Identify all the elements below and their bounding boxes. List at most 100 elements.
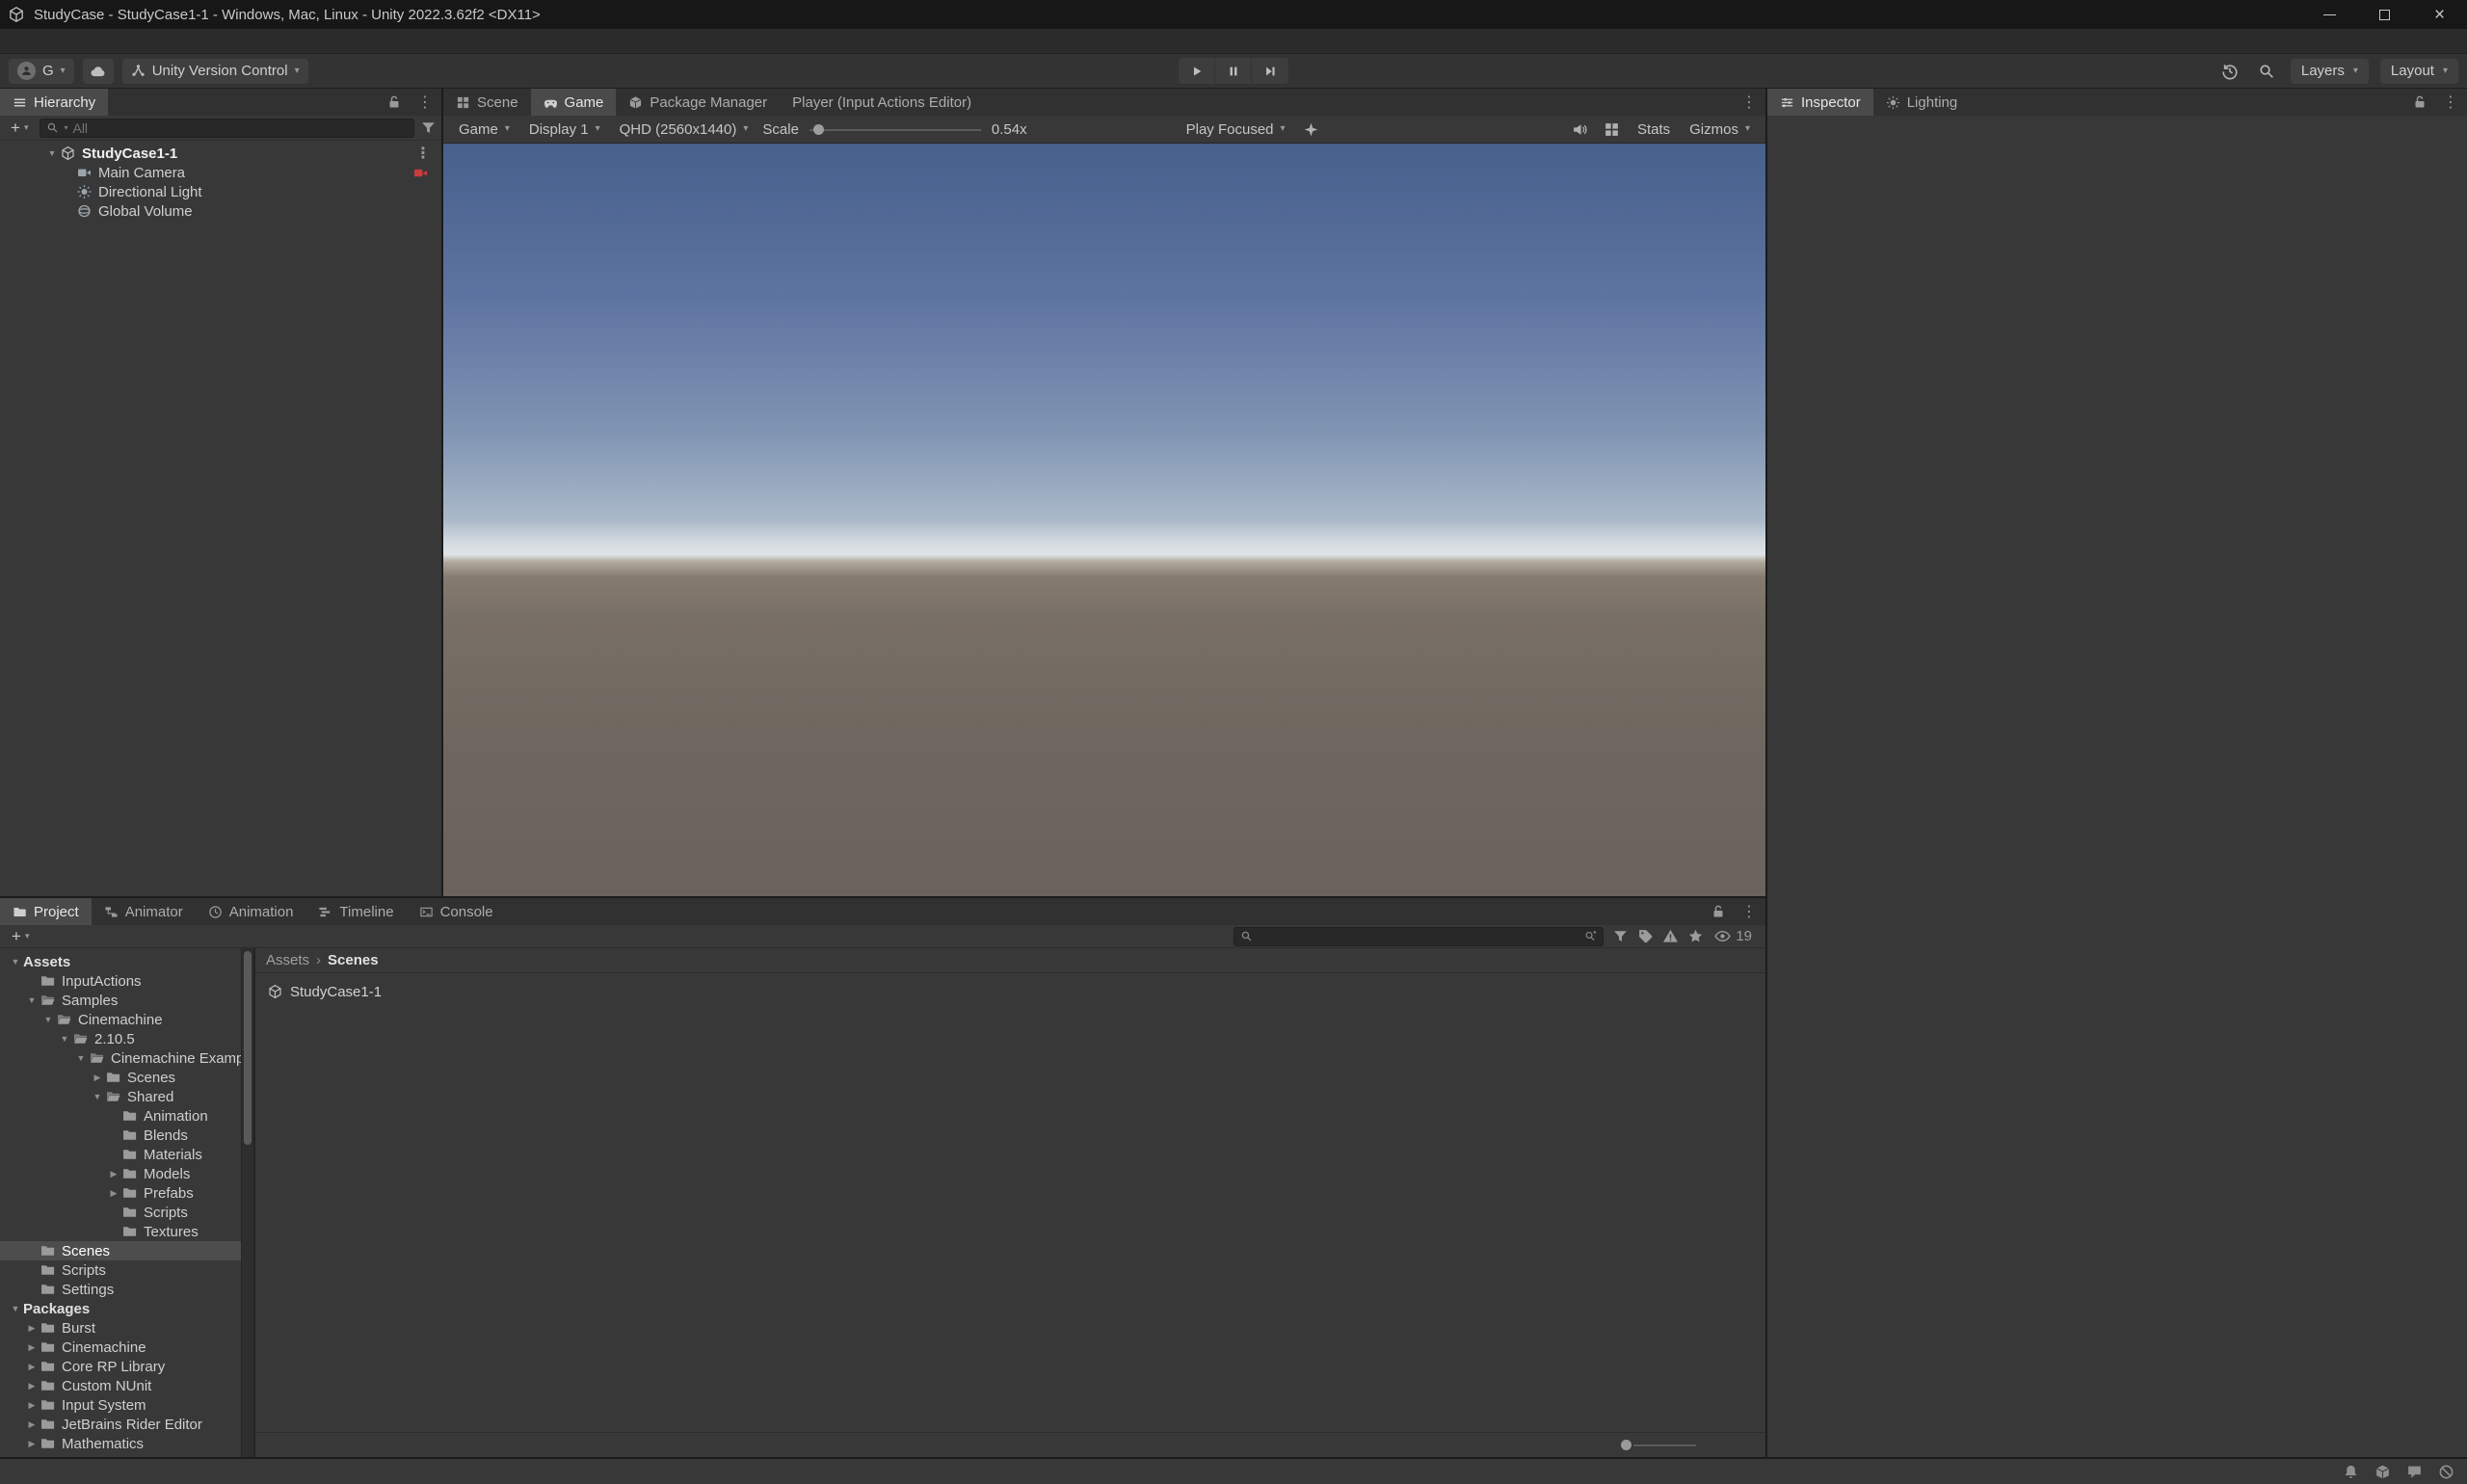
message-icon[interactable] (2406, 1464, 2423, 1480)
menu-item-component[interactable] (81, 29, 100, 53)
folder-row-prefabs[interactable]: ▶ Prefabs (0, 1183, 253, 1203)
expander-icon[interactable]: ▶ (106, 1188, 121, 1199)
hidden-packages-count[interactable]: 19 (1714, 928, 1752, 944)
folder-row-input-system[interactable]: ▶ Input System (0, 1395, 253, 1415)
play-button[interactable] (1179, 58, 1215, 84)
folder-row-scenes[interactable]: ▶ Scenes (0, 1068, 253, 1087)
hierarchy-item-directional-light[interactable]: Directional Light (0, 182, 441, 201)
minimize-button[interactable] (2302, 0, 2357, 29)
folder-row-burst[interactable]: ▶ Burst (0, 1318, 253, 1338)
create-object-button[interactable]: + ▾ (5, 119, 34, 138)
hierarchy-scene-row[interactable]: ▼ StudyCase1-1 ⋮ (0, 144, 441, 163)
layout-dropdown[interactable]: Layout ▾ (2379, 58, 2458, 84)
search-by-type-icon[interactable] (1612, 928, 1629, 944)
expander-icon[interactable]: ▶ (24, 1342, 40, 1353)
resolution-dropdown[interactable]: QHD (2560x1440) ▾ (611, 116, 757, 144)
expander-icon[interactable]: ▼ (8, 957, 23, 967)
tab-animation[interactable]: Animation (196, 898, 306, 925)
folder-row-inputactions[interactable]: InputActions (0, 971, 253, 991)
tab-timeline[interactable]: Timeline (305, 898, 406, 925)
play-focused-dropdown[interactable]: Play Focused ▾ (1178, 116, 1294, 144)
pause-button[interactable] (1215, 58, 1252, 84)
tab-hierarchy[interactable]: Hierarchy (0, 89, 109, 116)
folder-row-cinemachine-example-scenes[interactable]: ▼ Cinemachine Example Scenes (0, 1048, 253, 1068)
folder-row-searcher[interactable]: ▶ Searcher (0, 1453, 253, 1458)
expander-icon[interactable]: ▼ (8, 1304, 23, 1313)
folder-row-scenes[interactable]: Scenes (0, 1241, 253, 1260)
account-button[interactable]: G ▾ (9, 58, 74, 84)
open-search-icon[interactable] (1584, 930, 1597, 942)
hierarchy-item-global-volume[interactable]: Global Volume (0, 201, 441, 221)
icon-size-slider[interactable] (1621, 1433, 1696, 1458)
display-target-dropdown[interactable]: Game ▾ (450, 116, 518, 144)
panel-menu-icon[interactable]: ⋮ (1733, 902, 1765, 921)
expander-icon[interactable]: ▶ (90, 1073, 105, 1083)
tab-console[interactable]: Console (407, 898, 506, 925)
folder-row-core-rp-library[interactable]: ▶ Core RP Library (0, 1357, 253, 1376)
expander-icon[interactable]: ▼ (57, 1034, 72, 1044)
notifications-icon[interactable] (2343, 1464, 2359, 1480)
mute-audio-icon[interactable] (1572, 121, 1588, 138)
folder-row-jetbrains-rider-editor[interactable]: ▶ JetBrains Rider Editor (0, 1415, 253, 1434)
menu-item-services[interactable] (100, 29, 119, 53)
menu-item-gameobject[interactable] (62, 29, 81, 53)
slider-knob[interactable] (812, 123, 824, 135)
create-asset-button[interactable]: + ▾ (6, 927, 35, 946)
tab-package-manager[interactable]: Package Manager (616, 89, 780, 116)
folder-row-assets[interactable]: ▼ Assets (0, 952, 253, 971)
expander-icon[interactable]: ▼ (44, 148, 60, 158)
maximize-button[interactable] (2357, 0, 2412, 29)
search-filter-icon[interactable] (420, 119, 437, 136)
save-search-icon[interactable] (1687, 928, 1704, 944)
folder-row-mathematics[interactable]: ▶ Mathematics (0, 1434, 253, 1453)
asset-item-studycase1-1[interactable]: StudyCase1-1 (262, 982, 386, 1001)
menu-item-help[interactable] (158, 29, 177, 53)
folder-row-packages[interactable]: ▼ Packages (0, 1299, 253, 1318)
folder-row-samples[interactable]: ▼ Samples (0, 991, 253, 1010)
tree-scrollbar[interactable] (241, 948, 253, 1457)
sparkle-icon[interactable] (1303, 121, 1319, 138)
folder-row-cinemachine[interactable]: ▶ Cinemachine (0, 1338, 253, 1357)
folder-row-2-10-5[interactable]: ▼ 2.10.5 (0, 1029, 253, 1048)
game-viewport[interactable] (443, 144, 1765, 896)
folder-row-settings[interactable]: Settings (0, 1280, 253, 1299)
close-button[interactable]: × (2412, 0, 2467, 29)
menu-item-edit[interactable] (23, 29, 42, 53)
stats-button[interactable]: Stats (1629, 116, 1679, 144)
hierarchy-item-main-camera[interactable]: Main Camera (0, 163, 441, 182)
folder-row-models[interactable]: ▶ Models (0, 1164, 253, 1183)
scrollbar-thumb[interactable] (244, 951, 252, 1145)
search-by-label-icon[interactable] (1637, 928, 1654, 944)
expander-icon[interactable]: ▼ (73, 1053, 89, 1063)
folder-row-scripts[interactable]: Scripts (0, 1203, 253, 1222)
step-button[interactable] (1252, 58, 1288, 84)
folder-row-scripts[interactable]: Scripts (0, 1260, 253, 1280)
folder-row-animation[interactable]: Animation (0, 1106, 253, 1126)
tab-game[interactable]: Game (530, 89, 617, 116)
expander-icon[interactable]: ▶ (24, 1439, 40, 1449)
expander-icon[interactable]: ▶ (24, 1381, 40, 1391)
blocked-icon[interactable] (2438, 1464, 2454, 1480)
menu-item-jobs[interactable] (119, 29, 139, 53)
scale-slider[interactable] (809, 116, 981, 144)
folder-row-shared[interactable]: ▼ Shared (0, 1087, 253, 1106)
layers-dropdown[interactable]: Layers ▾ (2290, 58, 2369, 84)
breadcrumb-assets[interactable]: Assets (266, 952, 309, 968)
expander-icon[interactable]: ▶ (24, 1400, 40, 1411)
folder-row-custom-nunit[interactable]: ▶ Custom NUnit (0, 1376, 253, 1395)
hierarchy-search-input[interactable]: ▾ All (40, 118, 414, 138)
folder-row-cinemachine[interactable]: ▼ Cinemachine (0, 1010, 253, 1029)
cloud-button[interactable] (82, 58, 114, 84)
menu-item-window[interactable] (139, 29, 158, 53)
expander-icon[interactable]: ▼ (40, 1015, 56, 1024)
breadcrumb-scenes[interactable]: Scenes (328, 952, 379, 968)
lock-icon[interactable] (1711, 904, 1726, 919)
panel-menu-icon[interactable]: ⋮ (1733, 93, 1765, 112)
expander-icon[interactable]: ▶ (24, 1323, 40, 1334)
panel-menu-icon[interactable]: ⋮ (409, 93, 441, 112)
menu-item-file[interactable] (4, 29, 23, 53)
tab-project[interactable]: Project (0, 898, 92, 925)
scene-menu-icon[interactable]: ⋮ (407, 144, 439, 163)
project-search-input[interactable] (1234, 926, 1605, 946)
package-status-icon[interactable] (2374, 1464, 2391, 1480)
